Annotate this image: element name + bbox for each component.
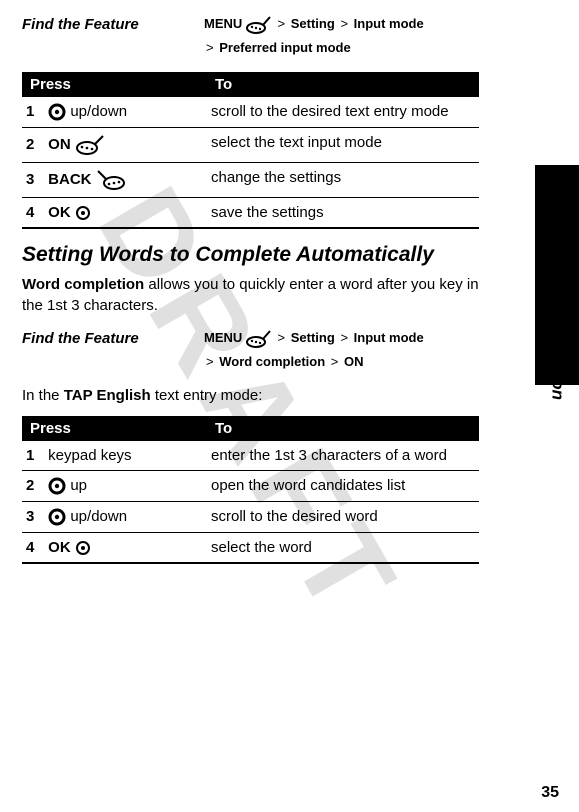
soft-left-icon [246, 13, 272, 37]
path-word-completion: Word completion [219, 354, 325, 369]
step-number: 3 [26, 171, 44, 188]
center-key-icon [75, 204, 91, 221]
press-text: OK [48, 539, 71, 556]
steps-table-2: Press To 1 keypad keys enter the 1st 3 c… [22, 416, 479, 565]
step-number: 3 [26, 508, 44, 525]
soft-right-icon [96, 169, 126, 191]
to-text: scroll to the desired text entry mode [207, 97, 479, 128]
step-number: 2 [26, 136, 44, 153]
to-text: select the text input mode [207, 127, 479, 162]
word-completion-term: Word completion [22, 276, 144, 293]
press-text: up/down [70, 508, 127, 525]
menu-path-1: MENU > Setting > Input mode > Preferred … [204, 12, 424, 60]
to-text: change the settings [207, 162, 479, 197]
step-number: 1 [26, 447, 44, 464]
steps-table-1: Press To 1 up/down scroll to the desired… [22, 72, 479, 230]
table-row: 1 keypad keys enter the 1st 3 characters… [22, 441, 479, 471]
dpad-icon [48, 508, 66, 526]
find-feature-1: Find the Feature MENU > Setting > Input … [22, 12, 479, 60]
path-input-mode: Input mode [354, 330, 424, 345]
col-press: Press [22, 416, 207, 441]
menu-path-2: MENU > Setting > Input mode > Word compl… [204, 326, 424, 374]
soft-left-icon [246, 327, 272, 351]
paragraph-word-completion: Word completion allows you to quickly en… [22, 275, 479, 316]
paragraph-text: text entry mode: [151, 387, 263, 404]
step-number: 2 [26, 477, 44, 494]
page-number: 35 [541, 784, 559, 802]
menu-label: MENU [204, 16, 242, 31]
to-text: select the word [207, 532, 479, 563]
step-number: 4 [26, 539, 44, 556]
table-row: 2 ON select the text input mode [22, 127, 479, 162]
press-text: BACK [48, 171, 91, 188]
table-row: 4 OK save the settings [22, 197, 479, 228]
col-to: To [207, 72, 479, 97]
press-text: up [70, 477, 87, 494]
press-text: up/down [70, 103, 127, 120]
soft-left-icon [75, 134, 105, 156]
center-key-icon [75, 539, 91, 556]
table-row: 1 up/down scroll to the desired text ent… [22, 97, 479, 128]
to-text: save the settings [207, 197, 479, 228]
path-setting: Setting [291, 330, 335, 345]
col-press: Press [22, 72, 207, 97]
press-text: OK [48, 204, 71, 221]
paragraph-text: In the [22, 387, 64, 404]
side-tab-label: Basic Operation [547, 270, 567, 400]
step-number: 4 [26, 204, 44, 221]
path-setting: Setting [291, 16, 335, 31]
paragraph-tap-english: In the TAP English text entry mode: [22, 386, 479, 406]
dpad-icon [48, 103, 66, 121]
press-text: ON [48, 136, 71, 153]
table-row: 3 BACK change the settings [22, 162, 479, 197]
find-feature-2: Find the Feature MENU > Setting > Input … [22, 326, 479, 374]
menu-label: MENU [204, 330, 242, 345]
to-text: scroll to the desired word [207, 501, 479, 532]
section-heading: Setting Words to Complete Automatically [22, 243, 479, 267]
path-on: ON [344, 354, 364, 369]
to-text: open the word candidates list [207, 470, 479, 501]
to-text: enter the 1st 3 characters of a word [207, 441, 479, 471]
col-to: To [207, 416, 479, 441]
dpad-icon [48, 477, 66, 495]
find-feature-label: Find the Feature [22, 326, 204, 347]
find-feature-label: Find the Feature [22, 12, 204, 33]
table-row: 2 up open the word candidates list [22, 470, 479, 501]
path-input-mode: Input mode [354, 16, 424, 31]
step-number: 1 [26, 103, 44, 120]
tap-english-term: TAP English [64, 387, 151, 404]
path-preferred-input-mode: Preferred input mode [219, 40, 350, 55]
table-row: 3 up/down scroll to the desired word [22, 501, 479, 532]
table-row: 4 OK select the word [22, 532, 479, 563]
press-text: keypad keys [48, 447, 131, 464]
